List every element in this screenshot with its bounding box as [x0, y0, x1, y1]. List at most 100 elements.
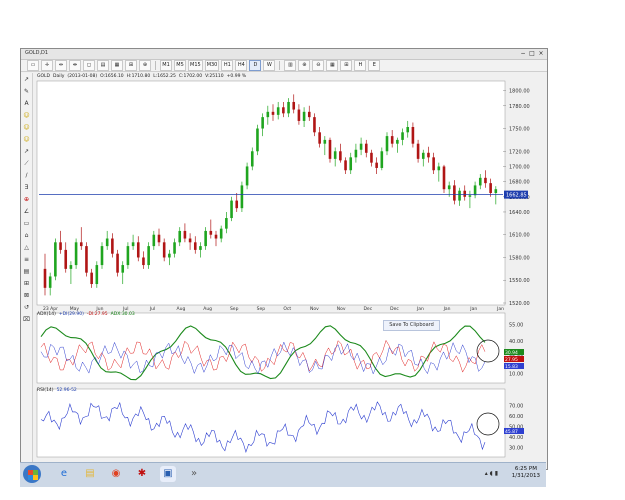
start-button[interactable] — [23, 465, 41, 483]
timeframe-h4-button[interactable]: H4 — [235, 60, 248, 71]
rsi-axis-label: 60.00 — [509, 414, 523, 420]
candle-body — [375, 162, 378, 168]
left-tool-3-icon[interactable]: ☺ — [22, 111, 31, 120]
left-tool-19-icon[interactable]: ↺ — [22, 303, 31, 312]
close-button[interactable]: × — [537, 50, 545, 57]
candle-body — [142, 257, 145, 266]
draw-tool-0-icon[interactable]: ▭ — [27, 60, 39, 71]
indicator-status-line: ADX(14) +DI(29.90) -DI:27.95 ADX:30.03 — [37, 312, 138, 317]
candle-body — [121, 265, 125, 273]
rsi-status-line: RSI(14) 52.96-52 — [37, 388, 80, 393]
timeframe-m30-button[interactable]: M30 — [204, 60, 220, 71]
draw-tool-2-icon[interactable]: ⇹ — [55, 60, 67, 71]
candle-body — [256, 128, 259, 152]
drawing-tools-panel: ↗ ✎ A ☺ ☺ ☺ ↗ ⟋ ∕ Ǝ ⊕ ∠ ▭ ⌂ △ ≡ ▤ ⊞ ⊠ ↺ ⌧ — [21, 73, 33, 465]
candle-body — [390, 136, 394, 144]
window-title: GOLD,D1 — [25, 50, 49, 56]
left-tool-5-icon[interactable]: ☺ — [22, 135, 31, 144]
candle-body — [333, 151, 337, 159]
left-tool-16-icon[interactable]: ▤ — [22, 267, 31, 276]
left-tool-9-icon[interactable]: Ǝ — [22, 183, 31, 192]
chart-tool-5-icon[interactable]: H — [354, 60, 367, 71]
statusline-part: Daily — [53, 74, 65, 79]
left-tool-14-icon[interactable]: △ — [22, 243, 31, 252]
left-tool-8-icon[interactable]: ∕ — [22, 171, 31, 180]
left-tool-1-icon[interactable]: ✎ — [22, 87, 31, 96]
candle-body — [302, 111, 306, 121]
left-tool-4-icon[interactable]: ☺ — [22, 123, 31, 132]
candle-body — [473, 185, 477, 196]
price-axis-label: 1610.00 — [509, 233, 530, 239]
candle-body — [100, 246, 104, 266]
draw-tool-1-icon[interactable]: ✛ — [41, 60, 53, 71]
taskbar-app-3-icon[interactable]: ✱ — [134, 466, 150, 482]
left-tool-6-icon[interactable]: ↗ — [22, 147, 31, 156]
candle-body — [157, 234, 161, 243]
draw-tool-4-icon[interactable]: ◻ — [83, 60, 95, 71]
candle-body — [396, 139, 399, 144]
left-tool-11-icon[interactable]: ∠ — [22, 207, 31, 216]
candle-body — [478, 177, 482, 186]
clock[interactable]: 6:25 PM 1/31/2013 — [512, 466, 540, 480]
left-tool-20-icon[interactable]: ⌧ — [22, 315, 31, 324]
x-axis-label: Jan — [469, 306, 477, 312]
x-axis-label: Nov — [310, 306, 319, 312]
draw-tool-3-icon[interactable]: ⇼ — [69, 60, 81, 71]
taskbar-app-1-icon[interactable]: ▤ — [82, 466, 98, 482]
macdline-part: -DI:27.95 — [86, 312, 108, 317]
title-bar: GOLD,D1 − □ × — [21, 49, 547, 60]
candle-body — [458, 190, 461, 201]
chart-tool-6-icon[interactable]: E — [368, 60, 381, 71]
left-tool-12-icon[interactable]: ▭ — [22, 219, 31, 228]
left-tool-2-icon[interactable]: A — [22, 99, 31, 108]
draw-tool-5-icon[interactable]: ▤ — [97, 60, 109, 71]
timeframe-h1-button[interactable]: H1 — [221, 60, 234, 71]
left-tool-15-icon[interactable]: ≡ — [22, 255, 31, 264]
price-chart[interactable]: 1800.00 1780.00 1750.00 1720.00 1700.00 1680.… — [33, 73, 545, 465]
left-tool-13-icon[interactable]: ⌂ — [22, 231, 31, 240]
candle-body — [48, 276, 52, 288]
timeframe-m5-button[interactable]: M5 — [174, 60, 186, 71]
chart-tool-1-icon[interactable]: ⊕ — [298, 60, 311, 71]
chart-tool-2-icon[interactable]: ⊖ — [312, 60, 325, 71]
timeframe-m1-button[interactable]: M1 — [160, 60, 172, 71]
left-tool-17-icon[interactable]: ⊞ — [22, 279, 31, 288]
taskbar-app-5-icon[interactable]: » — [186, 466, 202, 482]
x-axis-label: Jan — [496, 306, 504, 312]
chart-window: GOLD,D1 − □ × ▭ ✛ ⇹ ⇼ ◻ ▤ ▦ ⊞ ⊕ M1 M5 M15 M30 H1 H4 D W ▥… — [20, 48, 548, 470]
candle-body — [235, 200, 239, 209]
chart-tool-3-icon[interactable]: ▦ — [326, 60, 339, 71]
chart-tool-0-icon[interactable]: ▥ — [284, 60, 297, 71]
toolbar-separator — [155, 61, 156, 70]
start-logo-quad — [33, 475, 38, 480]
timeframe-w-button[interactable]: W — [263, 60, 276, 71]
timeframe-m15-button[interactable]: M15 — [188, 60, 203, 71]
draw-tool-8-icon[interactable]: ⊕ — [139, 60, 151, 71]
rsi-panel — [36, 388, 506, 458]
candle-body — [266, 111, 270, 118]
candle-body — [339, 151, 342, 161]
left-tool-18-icon[interactable]: ⊠ — [22, 291, 31, 300]
taskbar-app-4-icon[interactable]: ▣ — [160, 466, 176, 482]
candle-body — [43, 268, 47, 288]
taskbar-app-2-icon[interactable]: ◉ — [108, 466, 124, 482]
save-to-clipboard-button[interactable]: Save To Clipboard — [383, 320, 440, 331]
draw-tool-6-icon[interactable]: ▦ — [111, 60, 123, 71]
left-tool-7-icon[interactable]: ⟋ — [22, 159, 31, 168]
candle-body — [385, 136, 389, 152]
candle-body — [297, 109, 301, 121]
maximize-button[interactable]: □ — [528, 50, 536, 57]
left-tool-10-icon[interactable]: ⊕ — [22, 195, 31, 204]
indicator-axis-label: 55.00 — [509, 322, 523, 328]
taskbar-app-0-icon[interactable]: e — [56, 466, 72, 482]
clock-time: 6:25 PM — [514, 466, 537, 472]
left-tool-0-icon[interactable]: ↗ — [22, 75, 31, 84]
candle-body — [432, 157, 435, 171]
minimize-button[interactable]: − — [519, 50, 527, 57]
chart-tool-4-icon[interactable]: ⊞ — [340, 60, 353, 71]
candle-body — [204, 230, 207, 247]
timeframe-d-button[interactable]: D — [249, 60, 262, 71]
price-axis-label: 1580.00 — [509, 255, 530, 261]
draw-tool-7-icon[interactable]: ⊞ — [125, 60, 137, 71]
candle-body — [421, 152, 425, 159]
